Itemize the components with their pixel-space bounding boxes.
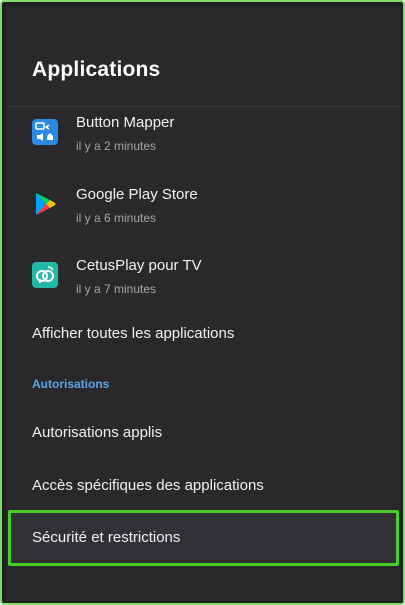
app-row-cetusplay[interactable]: CetusPlay pour TV il y a 7 minutes [6, 257, 401, 321]
security-restrictions-label: Sécurité et restrictions [32, 529, 181, 546]
app-last-used: il y a 7 minutes [76, 282, 157, 296]
show-all-applications-item[interactable]: Afficher toutes les applications [32, 325, 234, 342]
screenshot-frame: Applications Button Mapper il y a 2 minu… [0, 0, 405, 605]
section-header-permissions: Autorisations [32, 377, 110, 391]
app-permissions-item[interactable]: Autorisations applis [32, 424, 162, 441]
page-title: Applications [32, 58, 161, 81]
app-name: Button Mapper [76, 114, 175, 131]
security-restrictions-item[interactable]: Sécurité et restrictions [8, 510, 399, 566]
app-name: Google Play Store [76, 186, 198, 203]
button-mapper-icon [32, 119, 58, 145]
header-divider [6, 106, 401, 107]
app-last-used: il y a 6 minutes [76, 211, 157, 225]
app-last-used: il y a 2 minutes [76, 139, 157, 153]
app-row-button-mapper[interactable]: Button Mapper il y a 2 minutes [6, 114, 401, 178]
special-app-access-item[interactable]: Accès spécifiques des applications [32, 477, 264, 494]
app-row-google-play-store[interactable]: Google Play Store il y a 6 minutes [6, 186, 401, 250]
cetusplay-icon [32, 262, 58, 288]
app-name: CetusPlay pour TV [76, 257, 202, 274]
settings-panel: Applications Button Mapper il y a 2 minu… [6, 6, 401, 601]
google-play-icon [36, 193, 56, 215]
